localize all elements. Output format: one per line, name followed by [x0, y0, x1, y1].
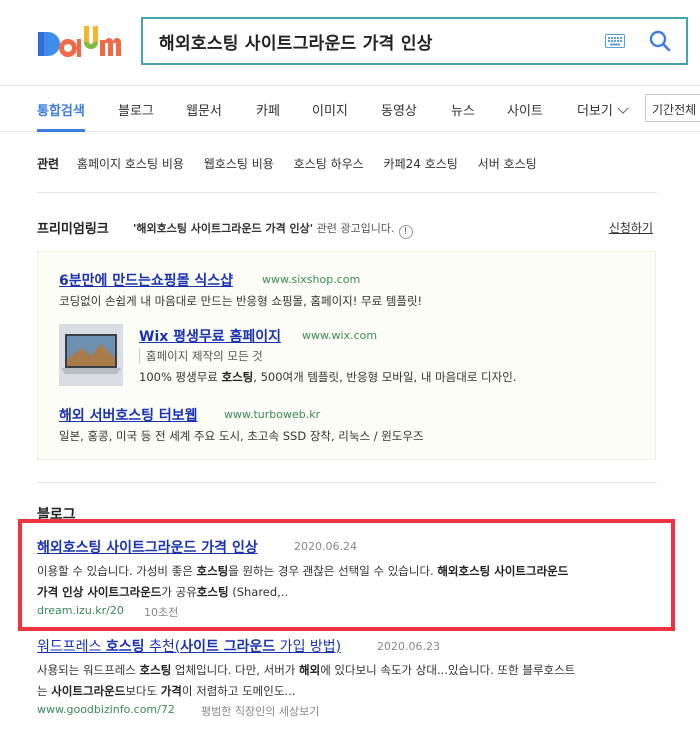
- title-part: 가입 방법): [275, 639, 342, 655]
- snippet-keyword: 호스팅: [196, 564, 229, 578]
- keyboard-icon[interactable]: [605, 34, 625, 48]
- tab-webdocs[interactable]: 웹문서: [186, 100, 222, 119]
- result-snippet: 이용할 수 있습니다. 가성비 좋은 호스팅을 원하는 경우 괜찮은 선택일 수…: [37, 561, 568, 603]
- ad-title-link[interactable]: 해외 서버호스팅 터보웹: [59, 405, 198, 425]
- ad-desc: 일본, 홍콩, 미국 등 전 세계 주요 도시, 초고속 SSD 장착, 리눅스…: [59, 429, 424, 443]
- related-searches: 관련 홈페이지 호스팅 비용 웹호스팅 비용 호스팅 하우스 카페24 호스팅 …: [37, 155, 553, 172]
- tab-news[interactable]: 뉴스: [451, 100, 475, 119]
- related-item[interactable]: 호스팅 하우스: [294, 157, 364, 171]
- section-divider: [37, 482, 657, 483]
- result-meta: 10초전: [144, 606, 179, 619]
- tab-integrated[interactable]: 통합검색: [37, 100, 85, 119]
- ad-desc-keyword: 호스팅: [221, 370, 254, 384]
- related-item[interactable]: 홈페이지 호스팅 비용: [77, 157, 184, 171]
- header: 해외호스팅 사이트그라운드 가격 인상: [0, 0, 700, 86]
- ad-title-link[interactable]: 6분만에 만드는쇼핑몰 식스샵: [59, 270, 233, 290]
- title-part: 추천(: [144, 639, 181, 655]
- snippet-text: 이 저렴하고 도메인도...: [181, 684, 296, 698]
- tab-site[interactable]: 사이트: [507, 100, 543, 119]
- premium-link-header: 프리미엄링크 '해외호스팅 사이트그라운드 가격 인상' 관련 광고입니다.! …: [37, 218, 653, 239]
- result-title-link[interactable]: 워드프레스 호스팅 추천(사이트 그라운드 가입 방법): [37, 636, 341, 656]
- search-icon[interactable]: [648, 29, 672, 53]
- snippet-keyword: 호스팅: [196, 585, 229, 599]
- snippet-keyword: 해외호스팅 사이트그라운드: [437, 564, 569, 578]
- snippet-text: 에 있다보니 속도가 상대...있습니다. 또한 블루호스트: [320, 663, 576, 677]
- result-snippet: 사용되는 워드프레스 호스팅 업체입니다. 다만, 서버가 해외에 있다보니 속…: [37, 660, 575, 702]
- title-keyword: 호스팅: [105, 639, 145, 655]
- snippet-keyword: 가격 인상 사이트그라운드: [37, 585, 162, 599]
- snippet-text: 는: [37, 684, 52, 698]
- active-tab-indicator: [37, 129, 85, 132]
- snippet-keyword: 해외: [299, 663, 321, 677]
- result-meta: 평범한 직장인의 세상보기: [201, 705, 320, 718]
- ad-box: 6분만에 만드는쇼핑몰 식스샵 www.sixshop.com 코딩없이 손쉽게…: [37, 251, 656, 460]
- snippet-text: 보다도: [125, 684, 161, 698]
- laptop-thumbnail-image[interactable]: [59, 324, 123, 386]
- result-title-link[interactable]: 해외호스팅 사이트그라운드 가격 인상: [37, 537, 258, 557]
- result-date: 2020.06.24: [294, 540, 357, 553]
- tab-more-label: 더보기: [577, 104, 613, 119]
- related-item[interactable]: 서버 호스팅: [478, 157, 537, 171]
- ad-url[interactable]: www.sixshop.com: [262, 273, 360, 286]
- title-keyword: 사이트 그라운드: [180, 639, 276, 655]
- premium-query: '해외호스팅 사이트그라운드 가격 인상': [133, 222, 314, 235]
- ad-desc-part: 100% 평생무료: [139, 370, 222, 384]
- snippet-text: 을 원하는 경우 괜찮은 선택일 수 있습니다.: [228, 564, 438, 578]
- tab-blog[interactable]: 블로그: [118, 100, 154, 119]
- premium-desc: '해외호스팅 사이트그라운드 가격 인상' 관련 광고입니다.!: [133, 220, 413, 239]
- info-icon[interactable]: !: [398, 225, 413, 239]
- ad-url[interactable]: www.wix.com: [302, 329, 377, 342]
- related-item[interactable]: 카페24 호스팅: [384, 157, 458, 171]
- ad-subtitle: 홈페이지 제작의 모든 것: [139, 348, 263, 364]
- tab-video[interactable]: 동영상: [381, 100, 417, 119]
- snippet-text: 사용되는 워드프레스: [37, 663, 140, 677]
- snippet-keyword: 호스팅: [139, 663, 172, 677]
- snippet-text: 업체입니다. 다만, 서버가: [171, 663, 300, 677]
- chevron-down-icon: [617, 102, 629, 114]
- snippet-keyword: 가격: [160, 684, 182, 698]
- ad-url[interactable]: www.turboweb.kr: [224, 408, 320, 421]
- related-item[interactable]: 웹호스팅 비용: [204, 157, 274, 171]
- ad-desc-part: , 500여개 템플릿, 반응형 모바일, 내 마음대로 디자인.: [253, 370, 517, 384]
- title-part: 워드프레스: [37, 639, 106, 655]
- snippet-text: (Shared,..: [228, 585, 289, 599]
- premium-desc-text: 관련 광고입니다.: [313, 222, 395, 235]
- section-divider: [37, 192, 657, 193]
- result-date: 2020.06.23: [377, 640, 440, 653]
- snippet-text: 이용할 수 있습니다. 가성비 좋은: [37, 564, 197, 578]
- result-url[interactable]: www.goodbizinfo.com/72: [37, 703, 175, 716]
- snippet-text: 가 공유: [161, 585, 197, 599]
- daum-logo-icon[interactable]: [36, 24, 126, 62]
- tab-cafe[interactable]: 카페: [256, 100, 280, 119]
- result-url[interactable]: dream.izu.kr/20: [37, 604, 124, 617]
- tab-images[interactable]: 이미지: [312, 100, 348, 119]
- search-tabs: 통합검색 블로그 웹문서 카페 이미지 동영상 뉴스 사이트 더보기 기간전체: [0, 86, 700, 132]
- search-input[interactable]: 해외호스팅 사이트그라운드 가격 인상: [159, 29, 433, 54]
- ad-title-link[interactable]: Wix 평생무료 홈페이지: [139, 326, 281, 346]
- ad-desc: 100% 평생무료 호스팅, 500여개 템플릿, 반응형 모바일, 내 마음대…: [139, 369, 516, 385]
- ad-desc: 코딩없이 손쉽게 내 마음대로 만드는 반응형 쇼핑몰, 홈페이지! 무료 템플…: [59, 294, 423, 308]
- tab-more[interactable]: 더보기: [577, 100, 629, 119]
- snippet-keyword: 사이트그라운드: [51, 684, 126, 698]
- premium-title: 프리미엄링크: [37, 222, 109, 237]
- apply-link[interactable]: 신청하기: [609, 219, 653, 236]
- search-box[interactable]: 해외호스팅 사이트그라운드 가격 인상: [141, 17, 688, 65]
- period-filter-button[interactable]: 기간전체: [645, 94, 700, 122]
- related-title: 관련: [37, 157, 60, 171]
